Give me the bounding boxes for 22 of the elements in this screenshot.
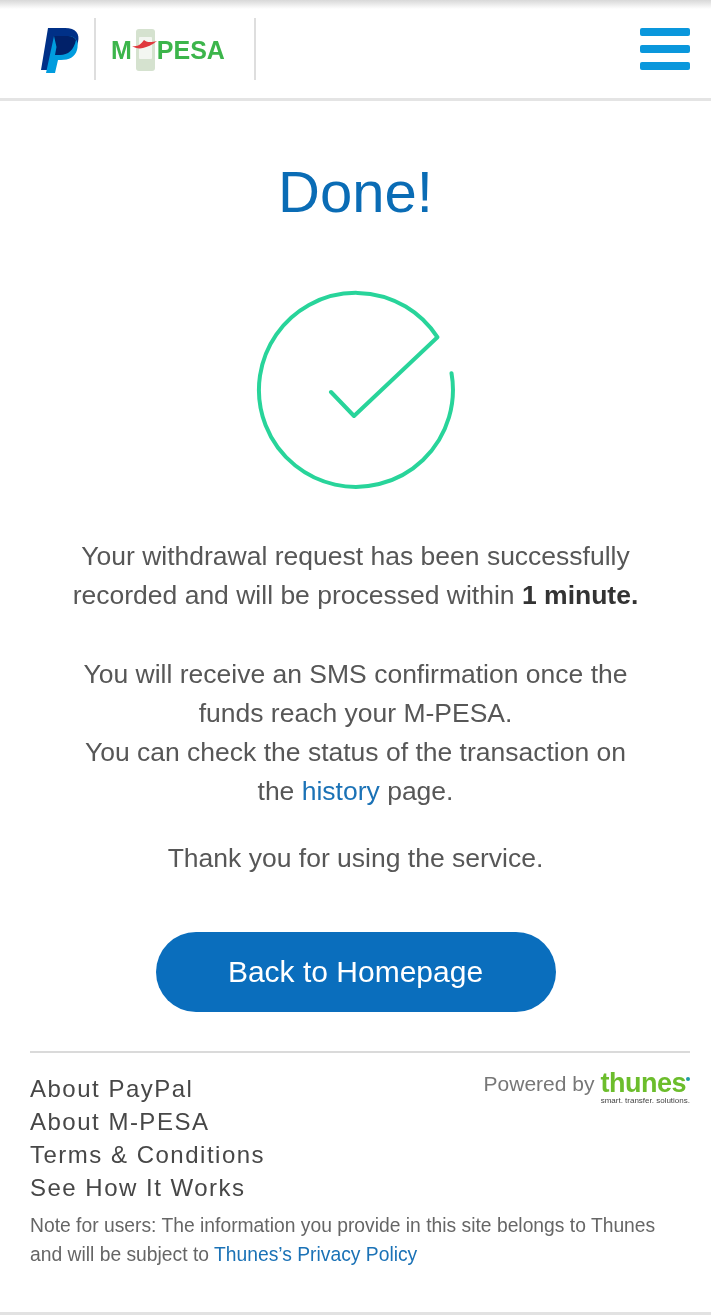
logo-text: M (111, 35, 132, 65)
menu-icon (640, 28, 690, 70)
note-text: Note for users: The information you provide in this site belongs to Thunes and will be subject to Thunes’s Privacy Policy (30, 1214, 657, 1267)
message-text: You can check the status of the transaction on the history page. (83, 736, 628, 808)
menu-button[interactable] (640, 28, 690, 70)
footer-link[interactable]: About PayPal (30, 1072, 194, 1105)
logo-tagline: smart. transfer. solutions. (600, 1096, 690, 1105)
footer-link[interactable]: About M-PESA (30, 1105, 210, 1138)
privacy-policy-link[interactable]: Thunes’s Privacy Policy (214, 1244, 418, 1265)
phone-icon (131, 28, 158, 72)
message-text: You will receive an SMS confirmation once the funds reach your M-PESA. (82, 658, 629, 730)
footer-link[interactable]: See How It Works (30, 1171, 246, 1204)
history-link[interactable]: history (301, 776, 380, 806)
dot-icon (686, 1077, 690, 1081)
powered-by-text: Powered by (483, 1071, 595, 1097)
logo-text: PESA (156, 35, 225, 65)
back-to-homepage-button[interactable]: Back to Homepage (155, 932, 556, 1012)
message-text: Your withdrawal request has been successfully recorded and will be processed within 1 minute. (71, 540, 640, 612)
thanks-text: Thank you for using the service. (166, 842, 545, 875)
page-title: Done! (278, 159, 433, 225)
logo-text: thunes (600, 1070, 686, 1096)
footer-link[interactable]: Terms & Conditions (30, 1138, 266, 1171)
